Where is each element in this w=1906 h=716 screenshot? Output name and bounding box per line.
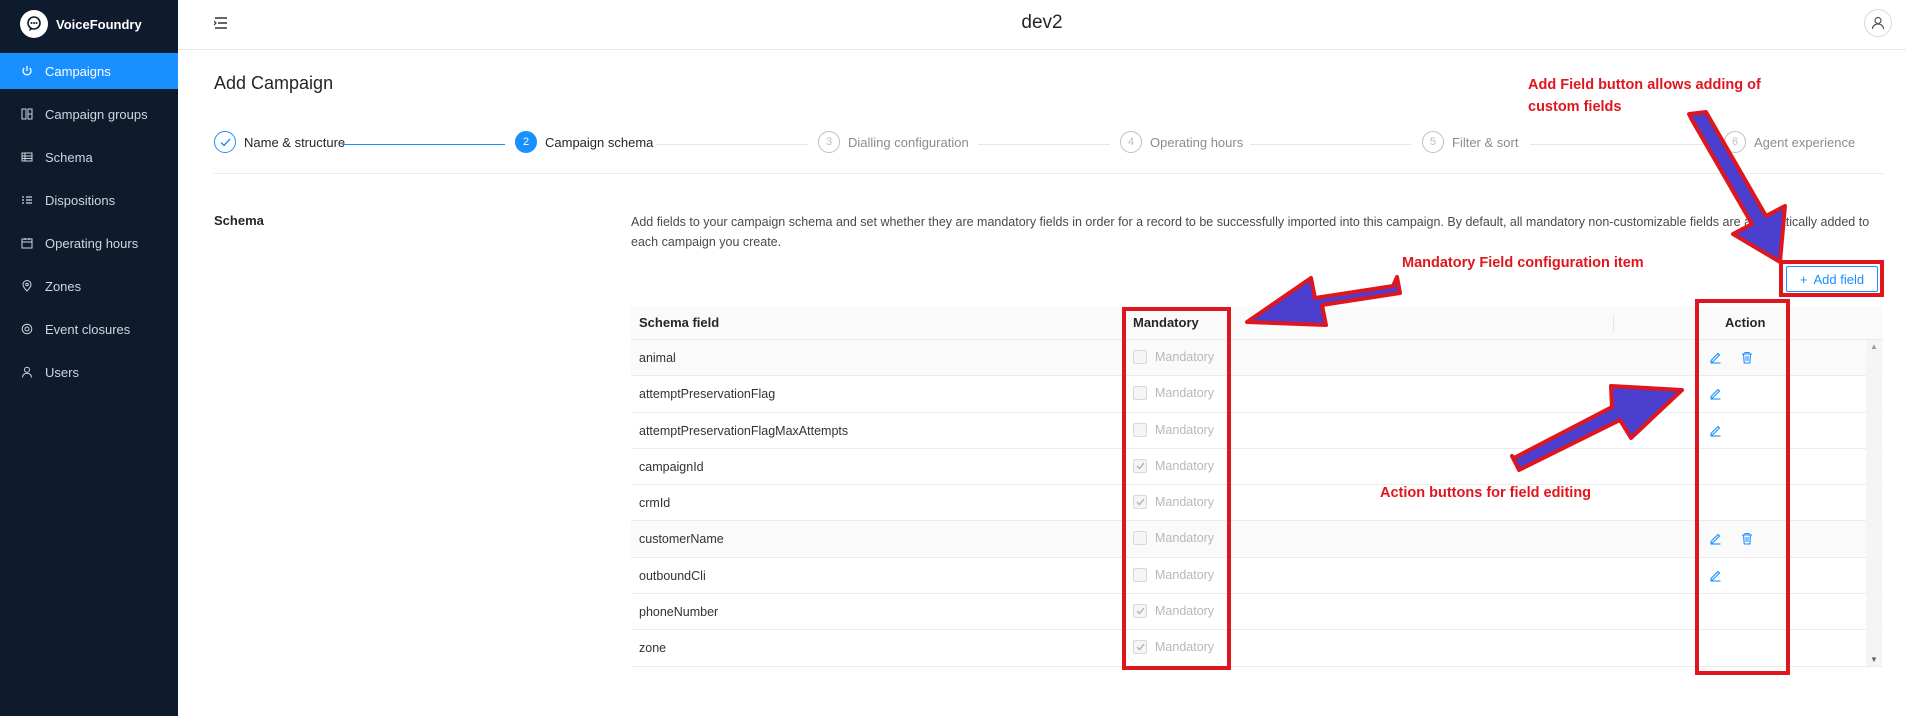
- step-number: 5: [1422, 131, 1444, 153]
- schema-description: Add fields to your campaign schema and s…: [631, 215, 1870, 249]
- sidebar: VoiceFoundry Campaigns Campaign groups Sch…: [0, 0, 178, 716]
- sidebar-item-label: Dispositions: [45, 192, 116, 208]
- sidebar-nav: Campaigns Campaign groups Schema Dispositio…: [0, 53, 178, 390]
- grid-icon: [20, 108, 34, 120]
- sidebar-item-campaigns[interactable]: Campaigns: [0, 53, 178, 89]
- sidebar-item-dispositions[interactable]: Dispositions: [0, 182, 178, 218]
- step-connector: [1530, 144, 1714, 145]
- table-scrollbar[interactable]: ▲ ▼: [1866, 340, 1882, 666]
- app-root: VoiceFoundry Campaigns Campaign groups Sch…: [0, 0, 1906, 716]
- brand-logo[interactable]: VoiceFoundry: [0, 0, 178, 48]
- step-label: Campaign schema: [545, 134, 654, 150]
- step-label: Agent experience: [1754, 134, 1856, 150]
- step-label: Name & structure: [244, 134, 346, 150]
- sidebar-item-campaign-groups[interactable]: Campaign groups: [0, 96, 178, 132]
- step-2[interactable]: 2 Campaign schema: [515, 131, 653, 153]
- user-icon: [20, 366, 34, 378]
- schema-field-name: attemptPreservationFlag: [639, 387, 776, 402]
- sidebar-item-event-closures[interactable]: Event closures: [0, 311, 178, 347]
- schema-field-name: campaignId: [639, 459, 704, 474]
- calendar-icon: [20, 237, 34, 249]
- annotation-box-mandatory: [1122, 307, 1231, 670]
- top-header: dev2: [178, 0, 1906, 50]
- schema-field-name: zone: [639, 641, 667, 656]
- step-connector: [1250, 144, 1412, 145]
- step-connector: [656, 144, 808, 145]
- power-icon: [20, 65, 34, 77]
- annotation-mandatory-text: Mandatory Field configuration item: [1402, 255, 1644, 271]
- schema-field-name: crmId: [639, 496, 671, 511]
- annotation-box-add-field: [1779, 260, 1884, 297]
- sidebar-item-label: Users: [45, 364, 79, 380]
- step-label: Filter & sort: [1452, 134, 1519, 150]
- section-label-schema: Schema: [214, 213, 264, 228]
- steps-divider: [214, 173, 1884, 174]
- sidebar-item-label: Schema: [45, 149, 93, 165]
- step-4[interactable]: 4 Operating hours: [1120, 131, 1243, 153]
- sidebar-item-label: Campaign groups: [45, 106, 148, 122]
- user-avatar-icon[interactable]: [1864, 9, 1892, 37]
- schema-field-name: customerName: [639, 532, 724, 547]
- list-icon: [20, 194, 34, 206]
- schema-field-name: phoneNumber: [639, 605, 719, 620]
- sidebar-item-label: Event closures: [45, 321, 131, 337]
- check-icon: [214, 131, 236, 153]
- table-icon: [20, 151, 34, 163]
- step-number: 2: [515, 131, 537, 153]
- environment-title: dev2: [1021, 12, 1063, 33]
- step-connector: [342, 144, 505, 145]
- step-connector: [978, 144, 1110, 145]
- sidebar-item-label: Operating hours: [45, 235, 139, 251]
- schema-field-name: attemptPreservationFlagMaxAttempts: [639, 423, 849, 438]
- step-number: 3: [818, 131, 840, 153]
- step-label: Operating hours: [1150, 134, 1244, 150]
- schema-field-name: animal: [639, 351, 676, 365]
- target-icon: [20, 323, 34, 335]
- sidebar-item-zones[interactable]: Zones: [0, 268, 178, 304]
- sidebar-item-schema[interactable]: Schema: [0, 139, 178, 175]
- scroll-down-icon[interactable]: ▼: [1870, 655, 1878, 664]
- sidebar-item-operating-hours[interactable]: Operating hours: [0, 225, 178, 261]
- page-title: Add Campaign: [214, 73, 334, 93]
- schema-field-name: outboundCli: [639, 568, 706, 583]
- step-1[interactable]: Name & structure: [214, 131, 345, 153]
- step-5[interactable]: 5 Filter & sort: [1422, 131, 1518, 153]
- step-number: 6: [1724, 131, 1746, 153]
- wizard-steps: Name & structure 2 Campaign schema 3 Diallin…: [214, 131, 1884, 159]
- sidebar-item-label: Zones: [45, 278, 82, 294]
- sidebar-item-users[interactable]: Users: [0, 354, 178, 390]
- header-schema-field: Schema field: [639, 315, 720, 330]
- annotation-box-actions: [1695, 299, 1790, 675]
- header-separator: [1613, 314, 1614, 332]
- scroll-up-icon[interactable]: ▲: [1870, 342, 1878, 351]
- voicefoundry-logo-icon: [20, 10, 48, 38]
- sidebar-item-label: Campaigns: [45, 63, 111, 79]
- annotation-add-field-text: Add Field button allows adding of custom…: [1528, 77, 1761, 115]
- location-icon: [20, 280, 34, 292]
- step-3[interactable]: 3 Dialling configuration: [818, 131, 969, 153]
- step-label: Dialling configuration: [848, 134, 969, 150]
- step-6[interactable]: 6 Agent experience: [1724, 131, 1855, 153]
- brand-name: VoiceFoundry: [56, 16, 142, 32]
- annotation-action-text: Action buttons for field editing: [1380, 485, 1592, 501]
- step-number: 4: [1120, 131, 1142, 153]
